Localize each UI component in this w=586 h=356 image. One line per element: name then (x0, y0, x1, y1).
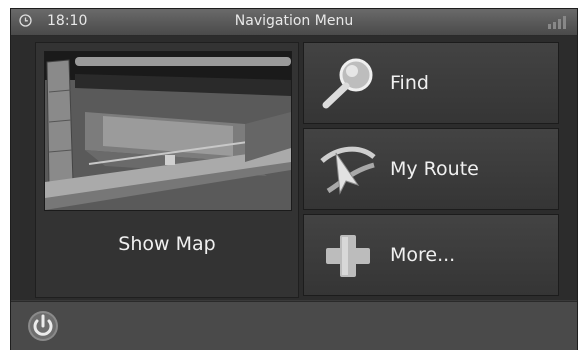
navigation-screen: 18:10 Navigation Menu Show Map Find My R… (10, 8, 578, 350)
show-map-button[interactable]: Show Map (35, 42, 299, 298)
plus-icon (326, 235, 370, 277)
find-label: Find (390, 72, 429, 94)
bottom-bar (11, 301, 577, 350)
page-title: Navigation Menu (234, 13, 354, 29)
status-bar: 18:10 Navigation Menu (11, 9, 577, 36)
find-button[interactable]: Find (303, 42, 559, 124)
my-route-label: My Route (390, 158, 479, 180)
magnifier-icon (322, 58, 373, 109)
show-map-label: Show Map (118, 233, 216, 255)
3d-map-preview (44, 51, 292, 211)
signal-strength-icon (548, 16, 566, 29)
more-label: More... (390, 244, 456, 266)
power-icon[interactable] (27, 310, 59, 342)
my-route-button[interactable]: My Route (303, 128, 559, 210)
more-button[interactable]: More... (303, 214, 559, 296)
route-icon (320, 146, 376, 195)
menu-content: Show Map Find My Route More... (11, 36, 577, 300)
